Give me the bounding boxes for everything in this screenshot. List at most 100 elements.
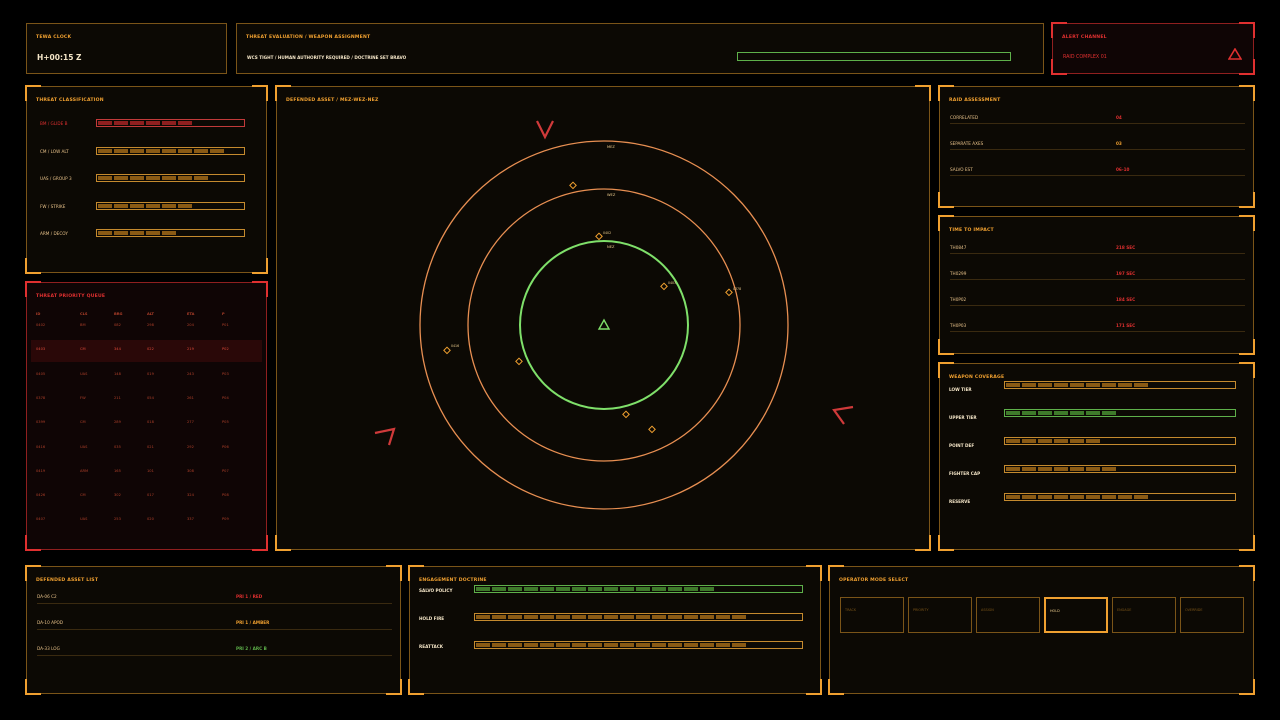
- queue-cell[interactable]: UAS: [80, 445, 87, 449]
- row-divider: [950, 305, 1245, 306]
- queue-cell[interactable]: UAS: [80, 517, 87, 521]
- queue-cell[interactable]: 019: [147, 372, 154, 376]
- queue-cell[interactable]: 0405: [36, 372, 45, 376]
- corner: [1239, 362, 1255, 378]
- raid-label: CORRELATED: [950, 115, 979, 120]
- asset-name[interactable]: DA-06 C2: [37, 594, 57, 599]
- queue-cell[interactable]: P02: [222, 347, 229, 351]
- bar-segment: [508, 643, 522, 647]
- queue-cell[interactable]: 0419: [36, 469, 45, 473]
- queue-cell[interactable]: 277: [187, 420, 194, 424]
- queue-cell[interactable]: CM: [80, 347, 86, 351]
- queue-cell[interactable]: 261: [187, 396, 194, 400]
- radar-scope[interactable]: MEZ WEZ NEZ 0402 0403 0378 0416: [277, 87, 931, 551]
- queue-cell[interactable]: 344: [114, 347, 121, 351]
- queue-cell[interactable]: 101: [147, 469, 154, 473]
- asset-name[interactable]: DA-33 LOG: [37, 646, 60, 651]
- queue-cell[interactable]: 292: [187, 445, 194, 449]
- queue-cell[interactable]: 204: [187, 323, 194, 327]
- queue-cell[interactable]: ARM: [80, 469, 88, 473]
- mode-button-engage[interactable]: ENGAGE: [1112, 597, 1176, 633]
- bar-segment: [1070, 495, 1084, 499]
- queue-cell[interactable]: 253: [114, 517, 121, 521]
- queue-cell[interactable]: 035: [114, 445, 121, 449]
- inbound-vector-icon: [832, 405, 854, 425]
- queue-cell[interactable]: 302: [114, 493, 121, 497]
- queue-cell[interactable]: 0426: [36, 493, 45, 497]
- queue-cell[interactable]: 219: [187, 347, 194, 351]
- bar-segment: [162, 203, 176, 208]
- alert-channel-panel[interactable]: ALERT CHANNEL RAID COMPLEX 01: [1051, 22, 1255, 75]
- queue-cell[interactable]: 0403: [36, 347, 45, 351]
- queue-cell[interactable]: 021: [147, 445, 154, 449]
- queue-cell[interactable]: 337: [187, 517, 194, 521]
- panel-title: TIME TO IMPACT: [949, 228, 994, 233]
- mode-button-assign[interactable]: ASSIGN: [976, 597, 1040, 633]
- queue-cell[interactable]: 298: [147, 323, 154, 327]
- coverage-label: LOW TIER: [949, 387, 972, 392]
- queue-cell[interactable]: P08: [222, 493, 229, 497]
- queue-cell[interactable]: P09: [222, 517, 229, 521]
- queue-cell[interactable]: 289: [114, 420, 121, 424]
- classification-label: BM / GLIDE B: [40, 121, 68, 126]
- corner: [1239, 22, 1255, 38]
- queue-cell[interactable]: 018: [147, 420, 154, 424]
- status-bar: [737, 52, 1011, 61]
- queue-cell[interactable]: 324: [187, 493, 194, 497]
- queue-cell[interactable]: BM: [80, 323, 86, 327]
- coverage-label: RESERVE: [949, 499, 971, 504]
- queue-cell[interactable]: P06: [222, 445, 229, 449]
- mode-button-track[interactable]: TRACK: [840, 597, 904, 633]
- queue-cell[interactable]: P07: [222, 469, 229, 473]
- bar-segment: [556, 643, 570, 647]
- bar-segment: [1038, 411, 1052, 415]
- bar-segment: [98, 176, 112, 180]
- classification-bar: [96, 146, 245, 155]
- queue-cell[interactable]: 0399: [36, 420, 45, 424]
- doctrine-label: HOLD FIRE: [419, 616, 445, 621]
- queue-cell[interactable]: 054: [147, 396, 154, 400]
- queue-cell[interactable]: CM: [80, 420, 86, 424]
- queue-header: CLS: [80, 312, 88, 316]
- queue-cell[interactable]: 082: [114, 323, 121, 327]
- corner: [386, 679, 402, 695]
- bar-segment: [652, 643, 666, 647]
- queue-cell[interactable]: P04: [222, 396, 229, 400]
- queue-cell[interactable]: P01: [222, 323, 229, 327]
- bar-segment: [1086, 411, 1100, 415]
- coverage-label: POINT DEF: [949, 443, 975, 448]
- track-label: 0416: [451, 344, 459, 348]
- queue-cell[interactable]: 308: [187, 469, 194, 473]
- mode-button-override[interactable]: OVERRIDE: [1180, 597, 1244, 633]
- queue-cell[interactable]: P03: [222, 372, 229, 376]
- asset-name[interactable]: DA-10 APOD: [37, 620, 63, 625]
- mode-button-priority[interactable]: PRIORITY: [908, 597, 972, 633]
- bar-segment: [146, 121, 160, 125]
- queue-cell[interactable]: 020: [147, 517, 154, 521]
- queue-cell[interactable]: 0378: [36, 396, 45, 400]
- queue-cell[interactable]: 165: [114, 469, 121, 473]
- bar-segment: [684, 643, 698, 647]
- queue-cell[interactable]: 022: [147, 347, 154, 351]
- queue-cell[interactable]: 148: [114, 372, 121, 376]
- mode-button-hold[interactable]: HOLD: [1044, 597, 1108, 633]
- bar-segment: [178, 121, 192, 125]
- defended-asset-radar-panel[interactable]: DEFENDED ASSET / MEZ-WEZ-NEZ MEZ WEZ NEZ…: [275, 85, 931, 551]
- impact-label: TH0299: [950, 271, 967, 276]
- impact-label: TH0P02: [950, 297, 967, 302]
- queue-cell[interactable]: 243: [187, 372, 194, 376]
- bar-segment: [1118, 495, 1132, 499]
- queue-cell[interactable]: FW: [80, 396, 86, 400]
- bar-segment: [1086, 467, 1100, 471]
- queue-cell[interactable]: 017: [147, 493, 154, 497]
- queue-cell[interactable]: 0407: [36, 517, 45, 521]
- queue-cell[interactable]: P05: [222, 420, 229, 424]
- bar-segment: [700, 615, 714, 619]
- queue-cell[interactable]: 0416: [36, 445, 45, 449]
- queue-cell[interactable]: UAS: [80, 372, 87, 376]
- queue-cell[interactable]: 0402: [36, 323, 45, 327]
- queue-cell[interactable]: CM: [80, 493, 86, 497]
- bar-segment: [732, 643, 746, 647]
- queue-cell[interactable]: 211: [114, 396, 121, 400]
- corner: [1051, 59, 1067, 75]
